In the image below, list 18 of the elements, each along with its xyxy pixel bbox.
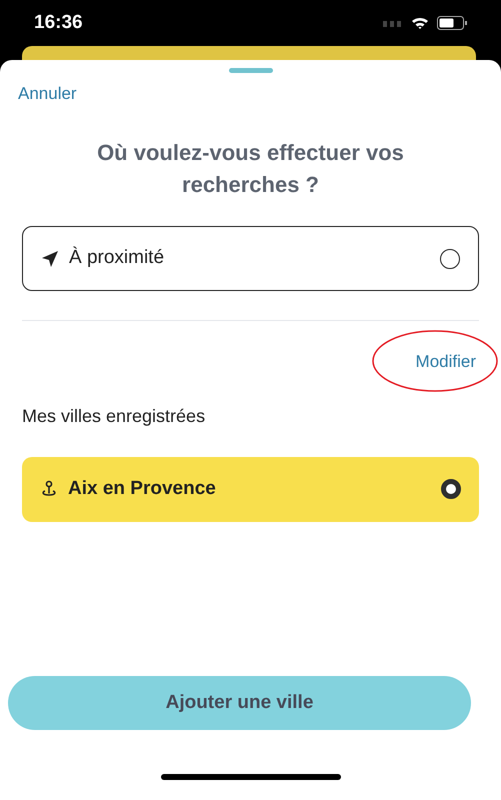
battery-icon [437,16,467,30]
navigation-arrow-icon [41,250,59,268]
section-heading: Mes villes enregistrées [21,404,206,428]
wifi-icon [411,16,429,30]
cancel-link[interactable]: Annuler [18,81,77,106]
option-label: À proximité [69,246,166,270]
location-option[interactable]: Aix en Provence [22,456,479,522]
edit-link[interactable]: Modifier [416,349,476,374]
radio-button[interactable] [440,248,460,268]
sheet-handle[interactable] [228,68,272,73]
map-pin-icon [40,480,58,498]
signal-icon [383,19,403,27]
radio-button[interactable] [441,479,461,499]
add-city-button[interactable]: Ajouter une ville [8,676,471,730]
sheet-title: Où voulez-vous effectuer vos recherches ? [96,139,405,199]
status-time: 16:36 [34,10,83,35]
location-option[interactable]: À proximité [22,226,479,291]
option-label: Aix en Provence [68,476,217,501]
